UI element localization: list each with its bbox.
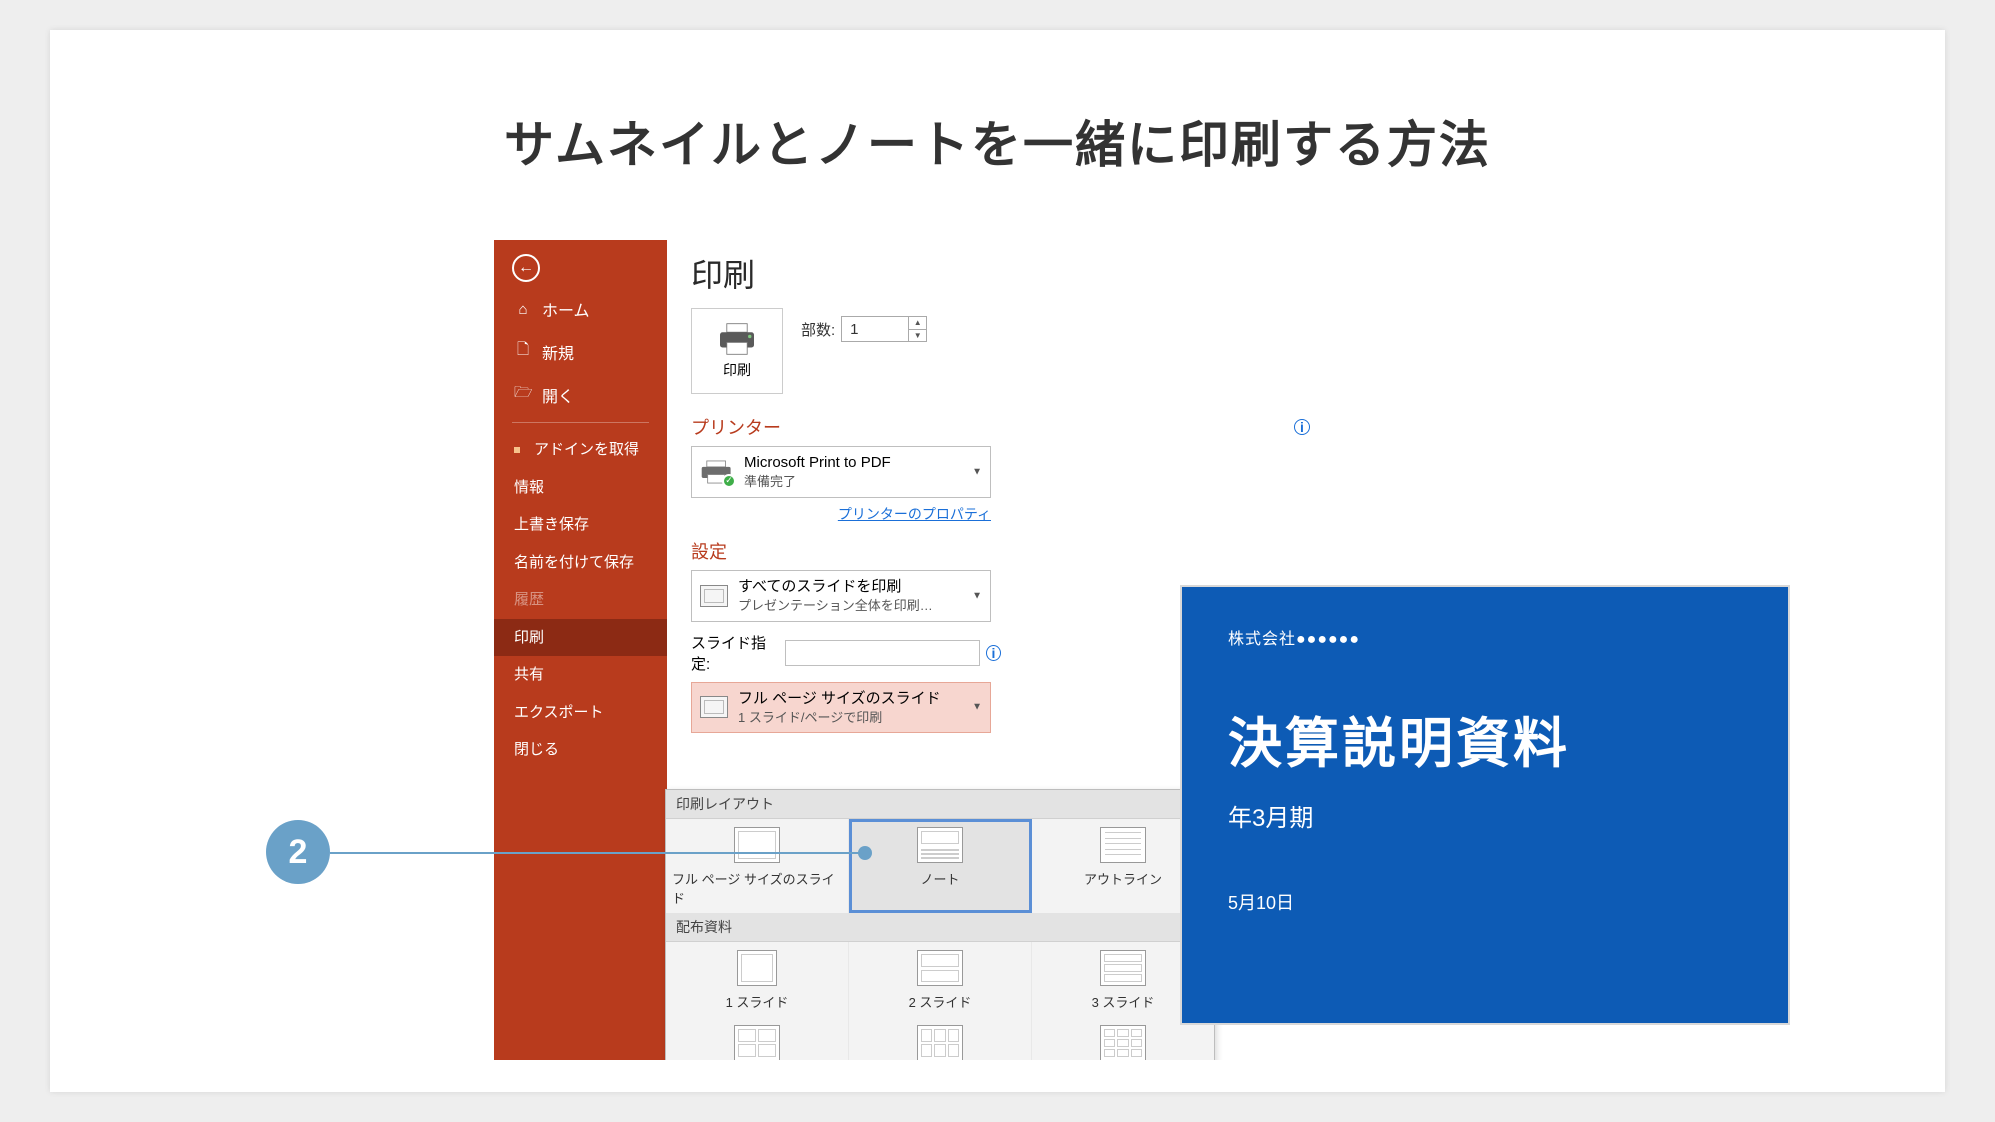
sidebar-item-label: 開く [542, 383, 574, 407]
back-button[interactable]: ← [494, 240, 667, 288]
slide-range-input[interactable] [785, 640, 980, 666]
sidebar-item-close[interactable]: 閉じる [494, 731, 667, 769]
sidebar-item-info[interactable]: 情報 [494, 469, 667, 507]
outline-thumb-icon [1100, 827, 1146, 863]
printer-name: Microsoft Print to PDF [744, 453, 891, 473]
handout-option-4h[interactable]: 4 スライド (横) [666, 1017, 849, 1060]
step-badge: 2 [266, 820, 330, 884]
handout-option-1[interactable]: 1 スライド [666, 942, 849, 1017]
printer-icon [716, 322, 758, 356]
layout-dropdown-popup: 印刷レイアウト フル ページ サイズのスライド ノート アウトライン [665, 789, 1215, 1060]
slides-all-icon [700, 585, 728, 607]
notes-thumb-icon [917, 827, 963, 863]
handout-option-label: 3 スライド [1092, 992, 1155, 1011]
sidebar-item-saveas[interactable]: 名前を付けて保存 [494, 544, 667, 582]
leader-dot [858, 846, 872, 860]
copies-spinner[interactable]: 1 ▲▼ [841, 316, 927, 342]
preview-title: 決算説明資料 [1228, 699, 1742, 778]
panel-title: 印刷 [691, 250, 1310, 296]
sidebar-item-label: 閉じる [514, 740, 559, 760]
popup-header-handouts: 配布資料 [666, 913, 1214, 942]
copies-label: 部数: [801, 319, 835, 340]
handout-option-2[interactable]: 2 スライド [849, 942, 1032, 1017]
sidebar-item-open[interactable]: 🗁 開く [494, 373, 667, 416]
chevron-down-icon[interactable]: ▼ [909, 330, 926, 342]
print-preview: 株式会社●●●●●● 決算説明資料 年3月期 5月10日 [1180, 585, 1790, 1025]
back-arrow-icon: ← [512, 254, 540, 282]
chevron-down-icon: ▼ [972, 590, 982, 601]
layout-option-label: ノート [920, 869, 959, 888]
sidebar-item-addins[interactable]: アドインを取得 [494, 431, 667, 469]
sidebar-item-export[interactable]: エクスポート [494, 694, 667, 732]
handout4-thumb-icon [734, 1025, 780, 1060]
layout-option-label: フル ページ サイズのスライド [672, 869, 842, 907]
layout-option-notes[interactable]: ノート [849, 819, 1032, 913]
preview-date: 5月10日 [1228, 889, 1742, 915]
print-range-combo[interactable]: すべてのスライドを印刷 プレゼンテーション全体を印刷… ▼ [691, 570, 991, 622]
handout9-thumb-icon [1100, 1025, 1146, 1060]
sidebar-item-label: 履歴 [514, 590, 544, 610]
sidebar-item-label: 印刷 [514, 628, 544, 648]
home-icon: ⌂ [514, 301, 532, 318]
handout1-thumb-icon [737, 950, 777, 986]
sidebar-item-label: 共有 [514, 665, 544, 685]
sidebar-item-label: ホーム [542, 297, 590, 321]
combo-label: すべてのスライドを印刷 [738, 577, 933, 597]
sidebar-item-share[interactable]: 共有 [494, 656, 667, 694]
page-title: サムネイルとノートを一緒に印刷する方法 [50, 105, 1945, 177]
combo-sublabel: 1 スライド/ページで印刷 [738, 709, 941, 727]
sidebar-item-print[interactable]: 印刷 [494, 619, 667, 657]
chevron-down-icon: ▼ [972, 702, 982, 713]
sidebar-item-label: アドインを取得 [534, 440, 639, 460]
sidebar-separator [512, 422, 649, 423]
printer-status: 準備完了 [744, 473, 891, 491]
spinner-buttons[interactable]: ▲▼ [908, 317, 926, 341]
fullpage-thumb-icon [734, 827, 780, 863]
chevron-down-icon: ▼ [972, 466, 982, 477]
combo-sublabel: プレゼンテーション全体を印刷… [738, 597, 933, 615]
settings-section-label: 設定 [691, 538, 727, 564]
sidebar-item-history: 履歴 [494, 581, 667, 619]
handout-option-label: 1 スライド [726, 992, 789, 1011]
layout-option-label: アウトライン [1084, 869, 1162, 888]
slide-canvas: サムネイルとノートを一緒に印刷する方法 2 ← ⌂ ホーム 🗋 新規 🗁 開く [50, 30, 1945, 1092]
sidebar-item-label: 新規 [542, 340, 574, 364]
layout-combo[interactable]: フル ページ サイズのスライド 1 スライド/ページで印刷 ▼ [691, 682, 991, 734]
info-icon[interactable]: i [986, 645, 1001, 661]
sidebar-item-home[interactable]: ⌂ ホーム [494, 288, 667, 330]
backstage-sidebar: ← ⌂ ホーム 🗋 新規 🗁 開く アドインを取得 情報 上書き保存 名前を付け… [494, 240, 667, 1060]
popup-header-layout: 印刷レイアウト [666, 790, 1214, 819]
copies-value: 1 [842, 317, 908, 341]
sidebar-item-label: 上書き保存 [514, 515, 589, 535]
status-ok-icon: ✓ [722, 474, 736, 488]
sidebar-item-label: エクスポート [514, 703, 604, 723]
printer-section-label: プリンター [691, 414, 781, 440]
printer-status-icon: ✓ [700, 460, 734, 484]
chevron-up-icon[interactable]: ▲ [909, 317, 926, 330]
handout-option-label: 2 スライド [909, 992, 972, 1011]
leader-line [330, 852, 860, 854]
handout2-thumb-icon [917, 950, 963, 986]
print-button[interactable]: 印刷 [691, 308, 783, 394]
slide-range-label: スライド指定: [691, 632, 779, 674]
sidebar-item-save[interactable]: 上書き保存 [494, 506, 667, 544]
layout-option-fullpage[interactable]: フル ページ サイズのスライド [666, 819, 849, 913]
printer-properties-link[interactable]: プリンターのプロパティ [691, 504, 991, 524]
handout-option-6h[interactable]: 6 スライド (横) [849, 1017, 1032, 1060]
info-icon[interactable]: i [1294, 419, 1310, 435]
handout6-thumb-icon [917, 1025, 963, 1060]
sidebar-item-label: 情報 [514, 478, 544, 498]
new-icon: 🗋 [514, 339, 532, 364]
layout-icon [700, 696, 728, 718]
printer-combo[interactable]: ✓ Microsoft Print to PDF 準備完了 ▼ [691, 446, 991, 498]
print-button-label: 印刷 [723, 360, 751, 380]
combo-label: フル ページ サイズのスライド [738, 689, 941, 709]
sidebar-item-label: 名前を付けて保存 [514, 553, 634, 573]
sidebar-item-new[interactable]: 🗋 新規 [494, 330, 667, 373]
handout3-thumb-icon [1100, 950, 1146, 986]
preview-subtitle: 年3月期 [1228, 798, 1742, 833]
preview-company: 株式会社●●●●●● [1228, 625, 1742, 649]
open-icon: 🗁 [514, 382, 532, 407]
bullet-icon [514, 447, 520, 453]
